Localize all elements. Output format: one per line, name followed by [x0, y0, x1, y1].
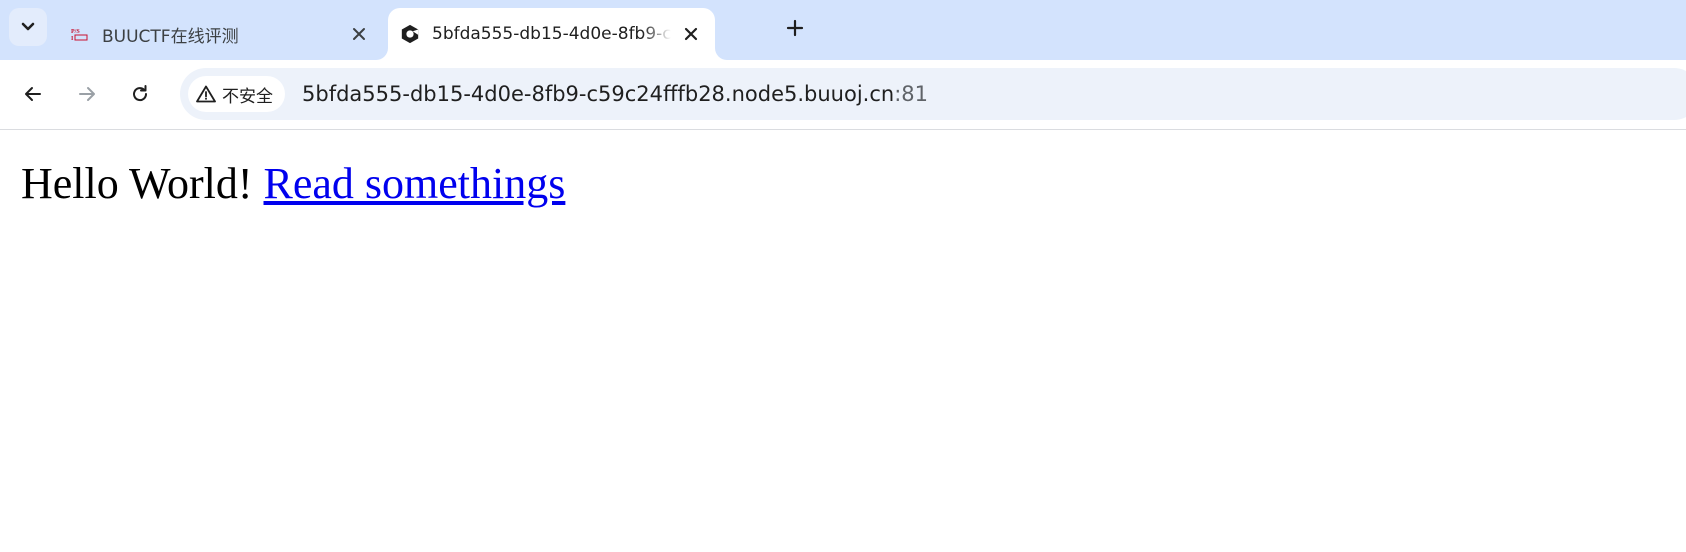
forward-button[interactable]	[70, 77, 104, 111]
hello-heading: Hello World! Read somethings	[21, 158, 565, 211]
reload-button[interactable]	[123, 77, 157, 111]
back-button[interactable]	[16, 77, 50, 111]
browser-toolbar: 不安全 5bfda555-db15-4d0e-8fb9-c59c24fffb28…	[0, 60, 1686, 130]
new-tab-button[interactable]	[780, 13, 810, 43]
page-content: Hello World! Read somethings	[0, 130, 1686, 552]
close-icon	[684, 27, 698, 41]
forward-arrow-icon	[79, 87, 95, 101]
tab-close-button[interactable]	[345, 20, 373, 48]
tab-close-button[interactable]	[677, 20, 705, 48]
read-somethings-link[interactable]: Read somethings	[264, 159, 566, 208]
tab-search-button[interactable]	[9, 8, 47, 46]
tab-title: 5bfda555-db15-4d0e-8fb9-c59c24fffb28.nod…	[432, 24, 671, 44]
tab-strip: P/S I BUUCTF在线评测 5bfda555-db15-4d0e-8fb9…	[0, 0, 1686, 60]
security-indicator[interactable]: 不安全	[188, 76, 285, 112]
chevron-down-icon	[21, 22, 35, 31]
warning-icon	[196, 85, 216, 103]
address-bar[interactable]: 不安全 5bfda555-db15-4d0e-8fb9-c59c24fffb28…	[180, 68, 1686, 120]
tab-title: BUUCTF在线评测	[102, 26, 239, 47]
url-host: 5bfda555-db15-4d0e-8fb9-c59c24fffb28.nod…	[302, 82, 895, 106]
back-arrow-icon	[25, 87, 41, 101]
security-label: 不安全	[222, 86, 273, 107]
tab-active-page[interactable]: 5bfda555-db15-4d0e-8fb9-c59c24fffb28.nod…	[388, 8, 715, 60]
site-logo-icon	[400, 24, 420, 44]
reload-icon	[133, 85, 148, 102]
url-port: :81	[894, 82, 929, 106]
tab-buuctf[interactable]: P/S I BUUCTF在线评测	[58, 8, 383, 60]
buuctf-logo-icon: P/S I	[70, 24, 90, 44]
svg-text:P/S: P/S	[71, 29, 80, 35]
close-icon	[353, 28, 365, 40]
svg-text:I: I	[71, 36, 74, 41]
url-text[interactable]: 5bfda555-db15-4d0e-8fb9-c59c24fffb28.nod…	[302, 68, 928, 120]
new-tab-plus-icon	[786, 19, 804, 37]
hello-text: Hello World!	[21, 159, 253, 208]
